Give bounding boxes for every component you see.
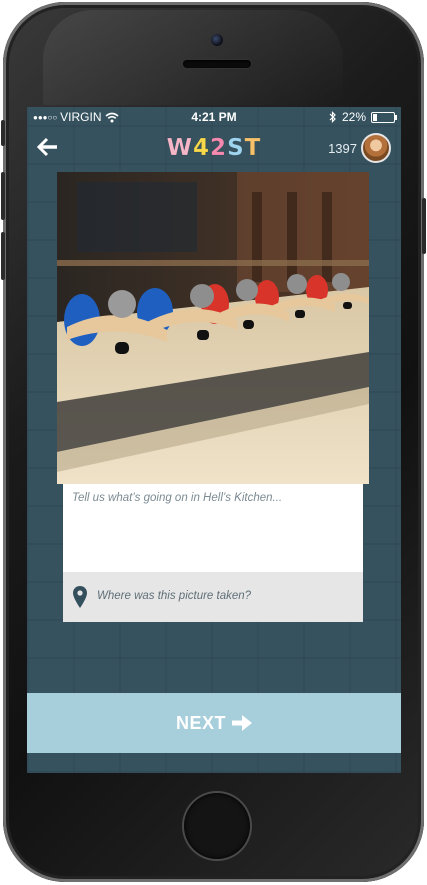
logo-char: W <box>166 135 194 162</box>
earpiece-speaker <box>183 60 251 68</box>
front-camera <box>211 34 223 46</box>
user-avatar[interactable] <box>361 133 391 163</box>
app-screen: ●●●○○ VIRGIN 4:21 PM 22% W42ST 1397 Tell… <box>27 107 401 773</box>
map-pin-icon <box>73 586 87 608</box>
volume-down-button <box>1 232 5 280</box>
logo-char: T <box>244 135 262 162</box>
caption-input[interactable]: Tell us what’s going on in Hell’s Kitche… <box>72 492 354 504</box>
battery-level <box>373 113 377 121</box>
photo-illustration <box>57 172 369 484</box>
points-count: 1397 <box>328 141 357 156</box>
next-label: NEXT <box>175 712 226 733</box>
volume-up-button <box>1 172 5 220</box>
post-photo <box>57 172 369 484</box>
power-button <box>422 198 426 254</box>
location-placeholder: Where was this picture taken? <box>97 590 252 602</box>
frame-glare <box>43 10 343 105</box>
battery-percent: 22% <box>341 110 366 124</box>
nav-bar: W42ST 1397 <box>27 129 401 169</box>
logo-char: 2 <box>210 135 228 162</box>
next-button[interactable]: NEXT <box>27 693 401 753</box>
logo-char: S <box>227 135 245 162</box>
logo-char: 4 <box>193 135 211 162</box>
arrow-right-icon <box>232 715 252 731</box>
location-field[interactable]: Where was this picture taken? <box>63 572 363 622</box>
home-button[interactable] <box>184 793 250 859</box>
status-right: 22% <box>329 110 397 124</box>
bluetooth-icon <box>329 111 336 123</box>
post-form-card: Tell us what’s going on in Hell’s Kitche… <box>63 484 363 622</box>
mute-switch <box>1 120 5 146</box>
battery-icon <box>371 111 397 123</box>
status-bar: ●●●○○ VIRGIN 4:21 PM 22% <box>27 107 401 127</box>
